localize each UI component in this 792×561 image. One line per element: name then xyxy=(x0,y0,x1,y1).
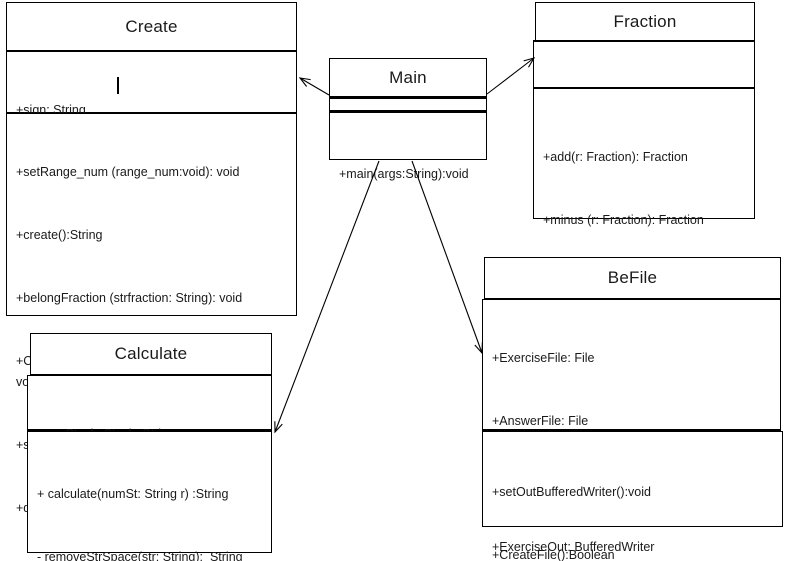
class-befile-method: +CreateFile():Boolean xyxy=(492,548,615,561)
class-befile-name: BeFile xyxy=(607,268,658,287)
class-create-name: Create xyxy=(125,16,178,36)
class-main-method: +main(args:String):void xyxy=(339,167,469,181)
class-fraction-attributes-section: -temp: Fraction +Fraction(a: int ,b: int… xyxy=(533,40,755,170)
class-main-attributes-section xyxy=(329,97,487,112)
class-fraction-method: +minus (r: Fraction): Fraction xyxy=(543,213,704,227)
class-fraction-method: +add(r: Fraction): Fraction xyxy=(543,150,688,164)
class-calculate-methods-section: + calculate(numSt: String r) :String - r… xyxy=(27,431,272,561)
class-create-methods-section: +setRange_num (range_num:void): void +cr… xyxy=(6,113,297,515)
class-befile-attributes-section: +ExerciseFile: File +AnswerFile: File +f… xyxy=(482,299,781,554)
class-main-title-section: Main xyxy=(329,58,487,97)
text-cursor-caret xyxy=(117,77,119,94)
class-befile-methods-section: +setOutBufferedWriter():void +CreateFile… xyxy=(482,431,783,561)
class-befile-attribute: +ExerciseFile: File xyxy=(492,351,595,365)
class-create-method: +create():String xyxy=(16,228,103,242)
class-create-method: +setRange_num (range_num:void): void xyxy=(16,165,240,179)
class-fraction-title-section: Fraction xyxy=(535,2,755,42)
class-create-method: +belongFraction (strfraction: String): v… xyxy=(16,291,243,305)
class-calculate-name: Calculate xyxy=(114,344,188,363)
class-befile-title-section: BeFile xyxy=(484,257,781,299)
class-create-title-section: Create xyxy=(6,2,297,51)
class-main-name: Main xyxy=(389,67,427,87)
class-calculate-method: + calculate(numSt: String r) :String xyxy=(37,487,229,501)
association-main-to-fraction xyxy=(486,57,536,95)
class-befile-method: +setOutBufferedWriter():void xyxy=(492,485,651,499)
association-main-to-create xyxy=(298,77,330,96)
class-fraction-methods-section: +add(r: Fraction): Fraction +minus (r: F… xyxy=(533,88,755,416)
class-befile-attribute: +AnswerFile: File xyxy=(492,414,589,428)
class-calculate-method: - removeStrSpace(str: String): String xyxy=(37,550,243,561)
class-calculate-title-section: Calculate xyxy=(30,333,272,375)
class-calculate-attributes-section: -numStack: Stack<String> -charStack: Sta… xyxy=(27,375,272,504)
class-main-methods-section: +main(args:String):void xyxy=(329,112,487,181)
class-create-attributes-section: +sign: String +range_num: int +random: R… xyxy=(6,51,297,243)
class-fraction-name: Fraction xyxy=(613,12,677,31)
uml-diagram-canvas: Create +sign: String +range_num: int +ra… xyxy=(0,0,792,561)
